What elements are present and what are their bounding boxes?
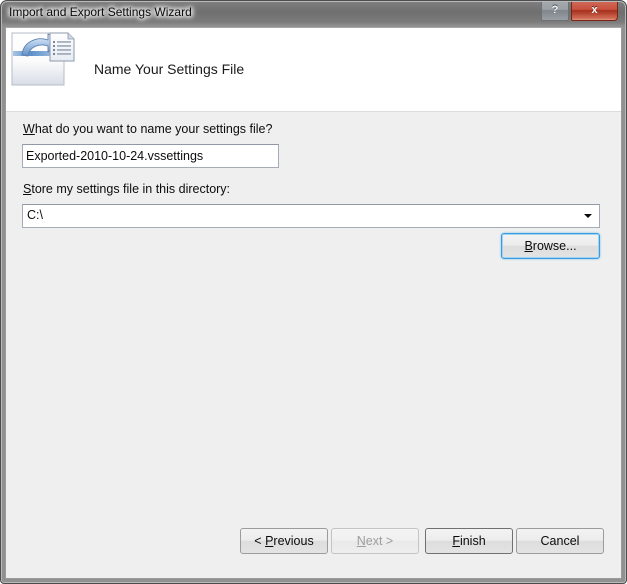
previous-label: revious <box>273 534 314 548</box>
question-mark-icon: ? <box>551 4 559 16</box>
directory-label-text: tore my settings file in this directory: <box>31 182 231 196</box>
filename-input[interactable] <box>22 144 279 168</box>
cancel-label: Cancel <box>540 534 580 548</box>
wizard-window: Import and Export Settings Wizard ? x Na… <box>0 0 627 584</box>
filename-label-text: hat do you want to name your settings fi… <box>34 122 273 136</box>
close-x-icon: x <box>591 4 598 16</box>
help-button[interactable]: ? <box>541 1 569 21</box>
next-button: Next > <box>331 528 419 554</box>
page-title: Name Your Settings File <box>94 61 245 77</box>
cancel-button[interactable]: Cancel <box>516 528 604 554</box>
wizard-header: Name Your Settings File <box>6 28 621 112</box>
dialog-client-area: Name Your Settings File What do you want… <box>5 27 622 579</box>
next-accel: N <box>356 534 366 548</box>
previous-prefix: < <box>254 534 266 548</box>
window-title: Import and Export Settings Wizard <box>9 5 192 19</box>
title-bar[interactable]: Import and Export Settings Wizard ? x <box>0 0 627 27</box>
finish-accel: F <box>452 534 460 548</box>
browse-label: rowse... <box>532 239 577 253</box>
previous-button[interactable]: < Previous <box>240 528 328 554</box>
close-button[interactable]: x <box>571 1 618 21</box>
next-label: ext > <box>365 534 394 548</box>
chevron-down-icon[interactable] <box>584 214 592 218</box>
finish-label: inish <box>459 534 486 548</box>
filename-label: What do you want to name your settings f… <box>23 122 272 136</box>
finish-button[interactable]: Finish <box>425 528 513 554</box>
directory-combobox-value: C:\ <box>27 208 43 222</box>
directory-label: Store my settings file in this directory… <box>23 182 230 196</box>
export-settings-document-icon <box>11 32 75 86</box>
directory-combobox[interactable]: C:\ <box>22 204 600 228</box>
browse-button[interactable]: Browse... <box>501 233 600 259</box>
browse-accel: B <box>524 239 533 253</box>
filename-label-accel: W <box>23 122 35 136</box>
